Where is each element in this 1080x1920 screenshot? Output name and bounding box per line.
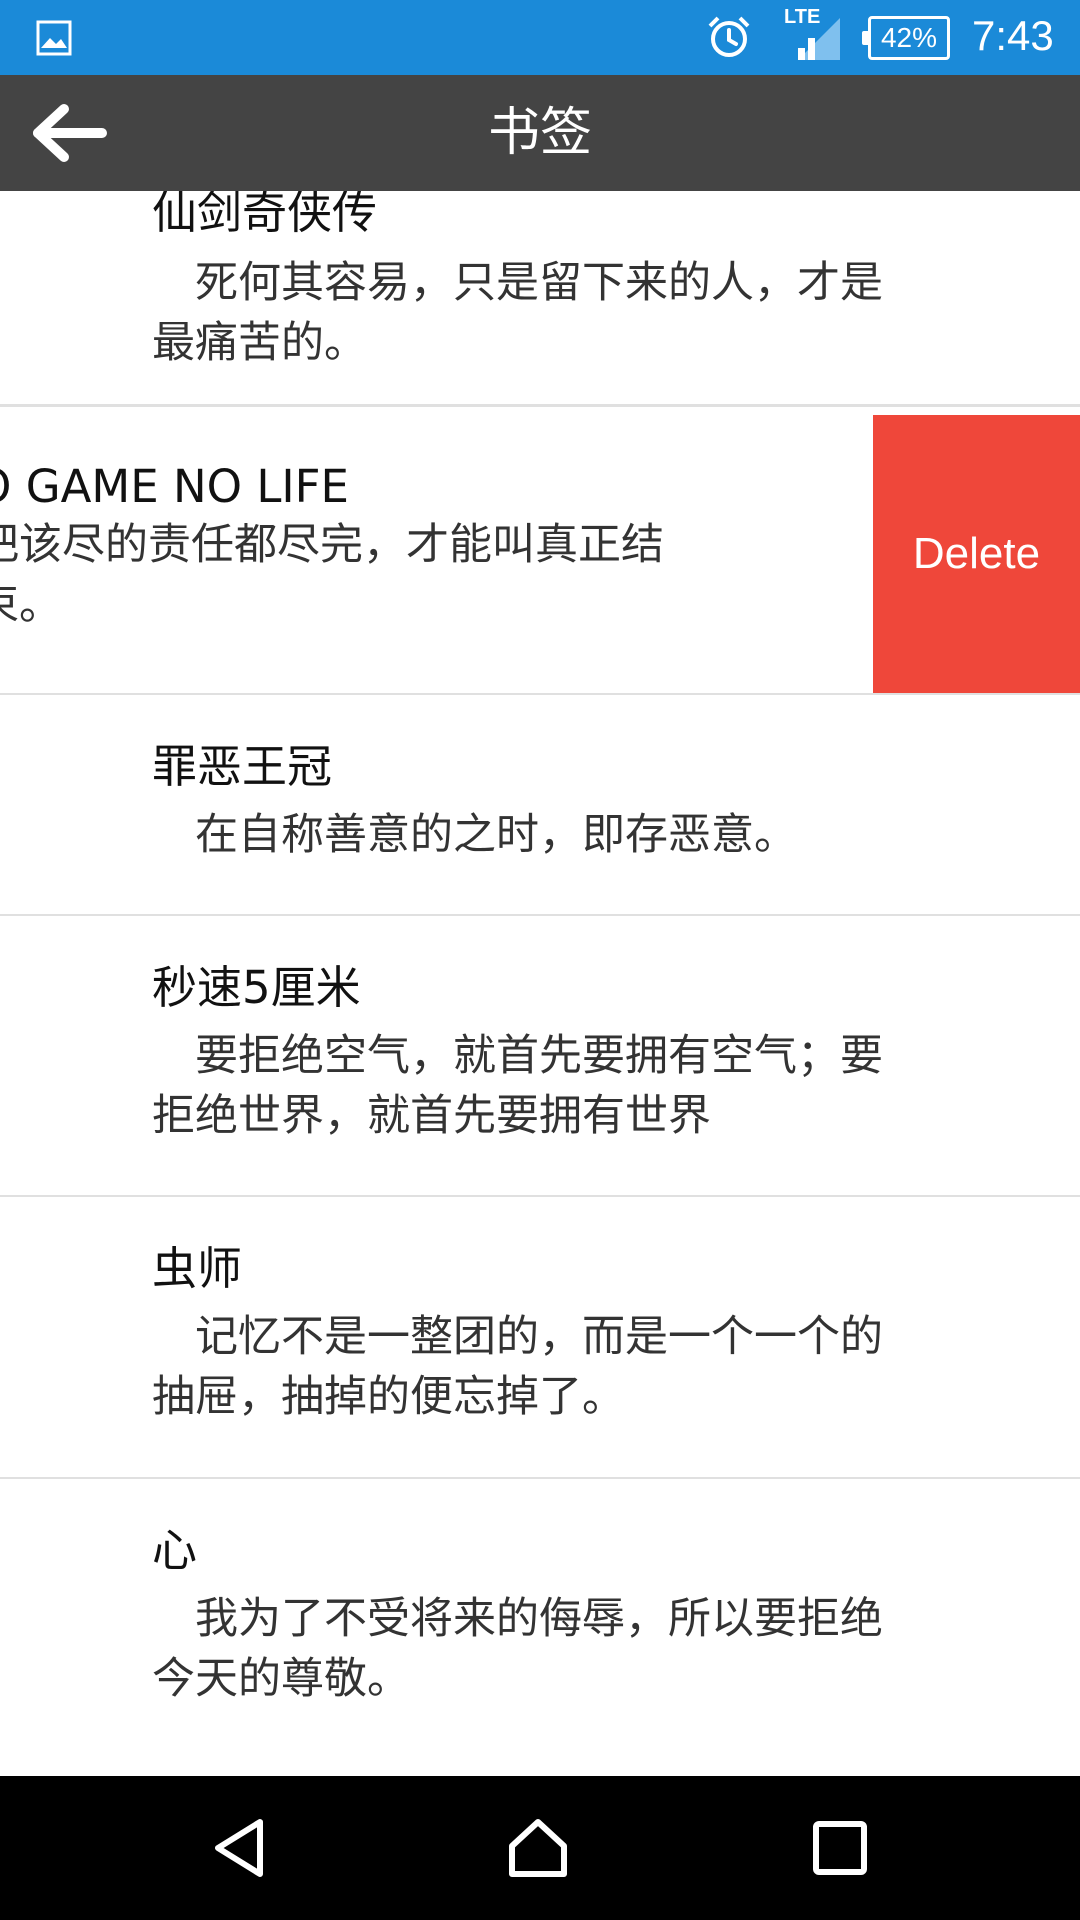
back-triangle-icon[interactable] [208, 1816, 272, 1880]
gallery-icon [36, 20, 72, 56]
battery-icon: 42% [862, 16, 950, 60]
bookmark-text: 把该尽的责任都尽完，才能叫真正结束。 [0, 520, 664, 630]
bookmark-title: 仙剑奇侠传 [152, 191, 378, 239]
bookmark-text: 记忆不是一整团的，而是一个一个的抽屉，抽掉的便忘掉了。 [152, 1312, 883, 1422]
list-item[interactable]: 虫师 记忆不是一整团的，而是一个一个的抽屉，抽掉的便忘掉了。 [0, 1197, 1080, 1480]
list-item[interactable]: O GAME NO LIFE 把该尽的责任都尽完，才能叫真正结束。 Delete [0, 415, 1080, 696]
status-bar: LTE 42% 7:43 [0, 0, 1080, 75]
recents-icon[interactable] [808, 1816, 872, 1880]
battery-level: 42% [880, 22, 938, 53]
bookmark-title: 虫师 [152, 1242, 243, 1295]
bookmark-text: 在自称善意的之时，即存恶意。 [152, 810, 797, 860]
bookmark-text: 我为了不受将来的侮辱，所以要拒绝今天的尊敬。 [152, 1594, 883, 1704]
toolbar: 书签 [0, 75, 1080, 191]
clock: 7:43 [972, 12, 1054, 59]
signal-icon [798, 18, 840, 60]
bookmark-title: O GAME NO LIFE [0, 460, 349, 513]
bookmark-title: 罪恶王冠 [152, 740, 333, 793]
page-title: 书签 [487, 103, 592, 163]
list-item[interactable]: 罪恶王冠 在自称善意的之时，即存恶意。 [0, 695, 1080, 917]
delete-label: Delete [912, 529, 1041, 578]
home-icon[interactable] [506, 1816, 570, 1880]
delete-button[interactable]: Delete [873, 415, 1080, 693]
bookmark-title: 心 [152, 1524, 198, 1577]
list-item[interactable]: 秒速5厘米 要拒绝空气，就首先要拥有空气；要拒绝世界，就首先要拥有世界 [0, 916, 1080, 1198]
alarm-icon [708, 16, 750, 57]
arrow-left-icon[interactable] [30, 101, 110, 165]
list-item[interactable]: 心 我为了不受将来的侮辱，所以要拒绝今天的尊敬。 [0, 1479, 1080, 1776]
bookmark-list[interactable]: 仙剑奇侠传 死何其容易，只是留下来的人，才是最痛苦的。 O GAME NO LI… [0, 191, 1080, 1776]
bookmark-title: 秒速5厘米 [152, 961, 361, 1014]
list-item[interactable]: 仙剑奇侠传 死何其容易，只是留下来的人，才是最痛苦的。 [0, 191, 1080, 407]
bookmark-text: 要拒绝空气，就首先要拥有空气；要拒绝世界，就首先要拥有世界 [152, 1031, 883, 1141]
bookmark-text: 死何其容易，只是留下来的人，才是最痛苦的。 [152, 258, 883, 368]
navigation-bar [0, 1776, 1080, 1920]
